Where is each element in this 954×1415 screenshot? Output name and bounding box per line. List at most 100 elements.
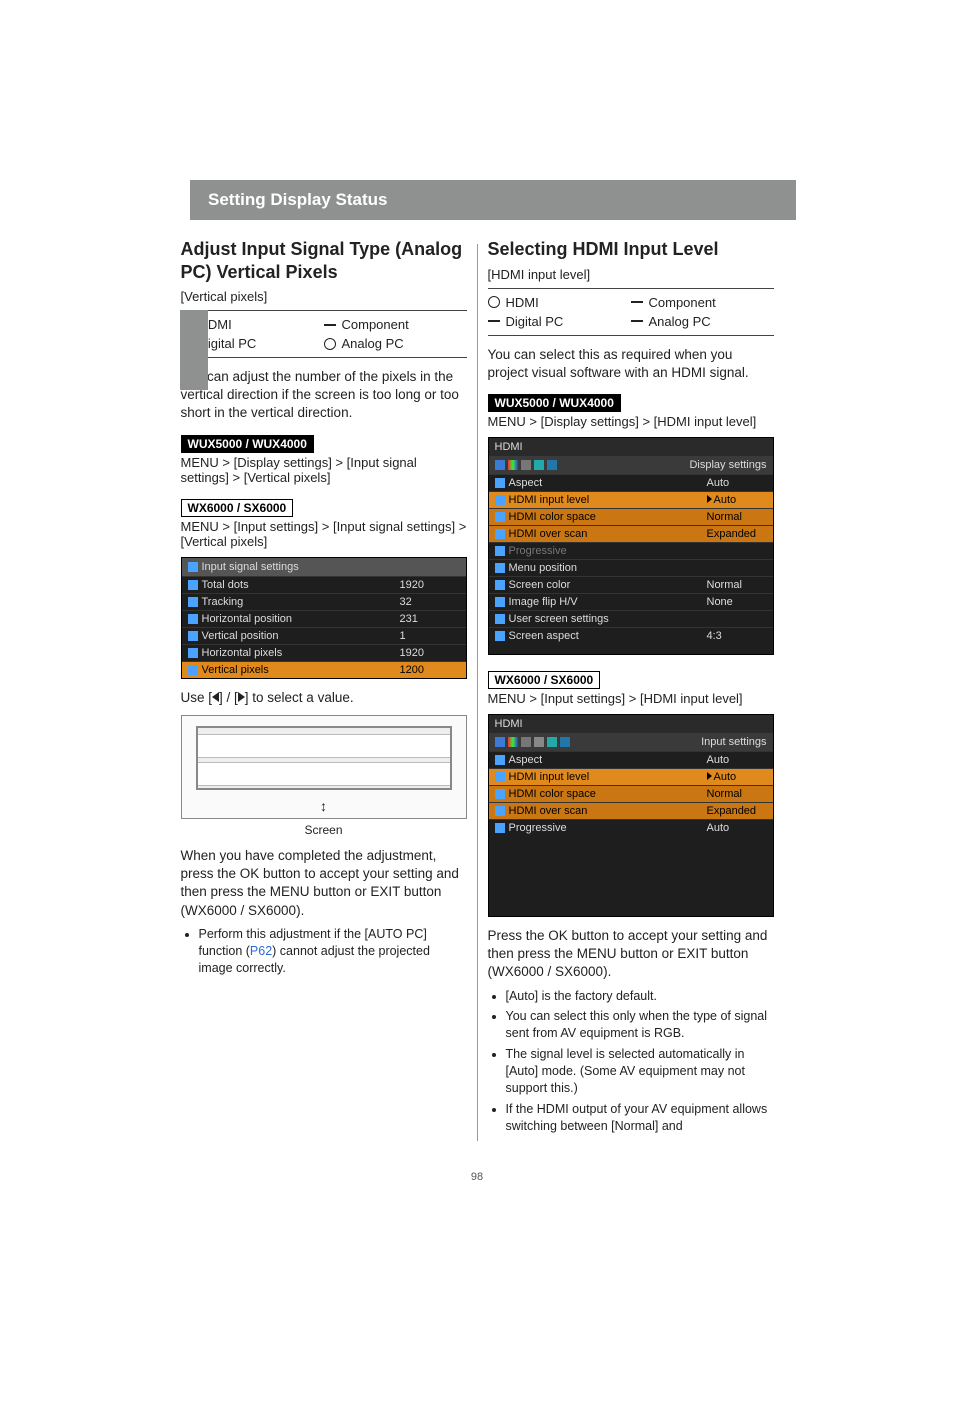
list-item: The signal level is selected automatical…: [506, 1046, 774, 1097]
row-key: Tracking: [202, 596, 244, 608]
row-value: 1920: [400, 579, 460, 591]
model-badge-wx: WX6000 / SX6000: [181, 499, 294, 517]
osd-rows: Total dots1920Tracking32Horizontal posit…: [182, 576, 466, 678]
row-key: Progressive: [509, 545, 567, 557]
row-value: Auto: [707, 822, 767, 834]
osd-title: Display settings: [689, 459, 766, 471]
list-item: You can select this only when the type o…: [506, 1008, 774, 1042]
row-icon: [495, 495, 505, 505]
row-key: HDMI color space: [509, 511, 596, 523]
compat-component: Component: [649, 295, 716, 310]
row-icon: [495, 597, 505, 607]
tab-icon: [508, 460, 518, 470]
row-icon: [495, 614, 505, 624]
row-icon: [495, 772, 505, 782]
row-value: 32: [400, 596, 460, 608]
osd-row: HDMI input levelAuto: [489, 768, 773, 785]
row-value: Auto: [707, 754, 767, 766]
row-icon: [495, 563, 505, 573]
row-icon: [188, 665, 198, 675]
row-icon: [495, 546, 505, 556]
osd-row: Vertical position 1: [182, 627, 466, 644]
tab-icon: [547, 737, 557, 747]
tab-icon: [534, 460, 544, 470]
left-column: Adjust Input Signal Type (Analog PC) Ver…: [171, 230, 477, 1141]
row-icon: [495, 580, 505, 590]
side-tab: [180, 310, 208, 390]
left-arrow-icon: [212, 692, 219, 702]
diagram-caption: Screen: [181, 823, 467, 837]
osd-row: Progressive Auto: [489, 819, 773, 836]
row-value: None: [707, 596, 767, 608]
left-bullets: Perform this adjustment if the [AUTO PC]…: [181, 926, 467, 977]
use-arrows: Use [] / [] to select a value.: [181, 689, 467, 707]
row-icon: [188, 614, 198, 624]
row-icon: [188, 631, 198, 641]
right-compat-table: HDMI Component Digital PC Analog PC: [488, 288, 774, 336]
row-icon: [188, 648, 198, 658]
tab-icon: [560, 737, 570, 747]
model-badge-wx: WX6000 / SX6000: [488, 671, 601, 689]
osd-title: Input settings: [701, 736, 766, 748]
osd-row: Menu position: [489, 559, 773, 576]
right-bullets: [Auto] is the factory default. You can s…: [488, 988, 774, 1135]
osd-title: Input signal settings: [202, 561, 299, 573]
tab-icon: [508, 737, 518, 747]
row-key: Vertical pixels: [202, 664, 269, 676]
left-heading: Adjust Input Signal Type (Analog PC) Ver…: [181, 238, 467, 283]
row-key: Horizontal pixels: [202, 647, 283, 659]
row-value: 1920: [400, 647, 460, 659]
row-value: 4:3: [707, 630, 767, 642]
left-subhead: [Vertical pixels]: [181, 289, 467, 304]
right-after: Press the OK button to accept your setti…: [488, 927, 774, 982]
row-value: [707, 613, 767, 625]
compat-hdmi: HDMI: [506, 295, 539, 310]
row-key: Image flip H/V: [509, 596, 578, 608]
row-value: Normal: [707, 579, 767, 591]
row-key: Screen color: [509, 579, 571, 591]
row-icon: [495, 478, 505, 488]
row-key: Vertical position: [202, 630, 279, 642]
row-value: Expanded: [707, 528, 767, 540]
section-header: Setting Display Status: [190, 180, 796, 220]
row-value: Normal: [707, 788, 767, 800]
osd-display-settings: HDMI Display settings AspectAutoHDMI inp…: [488, 437, 774, 655]
row-value: [707, 545, 767, 557]
osd-row: Progressive: [489, 542, 773, 559]
screen-diagram: ↕: [181, 715, 467, 819]
tab-icon: [521, 460, 531, 470]
model-badge-wux: WUX5000 / WUX4000: [488, 394, 621, 412]
osd-icon: [188, 562, 198, 572]
osd-row: Image flip H/V None: [489, 593, 773, 610]
row-key: HDMI input level: [509, 494, 590, 506]
row-value: Auto: [707, 494, 767, 506]
row-key: Progressive: [509, 822, 567, 834]
osd-row: HDMI color space Normal: [489, 508, 773, 525]
osd-row: Tracking 32: [182, 593, 466, 610]
page-number: 98: [0, 1171, 954, 1183]
osd-row: User screen settings: [489, 610, 773, 627]
page-link[interactable]: P62: [250, 944, 272, 958]
circle-icon: [324, 338, 336, 350]
osd-input-signal: Input signal settings Total dots1920Trac…: [181, 557, 467, 679]
row-icon: [495, 806, 505, 816]
right-arrow-icon: [238, 692, 245, 702]
osd-row: Screen color Normal: [489, 576, 773, 593]
right-subhead: [HDMI input level]: [488, 267, 774, 282]
osd-tab-label: HDMI: [495, 718, 523, 730]
row-icon: [495, 755, 505, 765]
row-value: 1: [400, 630, 460, 642]
dash-icon: [631, 301, 643, 303]
row-key: Menu position: [509, 562, 578, 574]
list-item: [Auto] is the factory default.: [506, 988, 774, 1005]
compat-analogpc: Analog PC: [342, 336, 404, 351]
osd-row: Horizontal pixels 1920: [182, 644, 466, 661]
tab-icon: [547, 460, 557, 470]
dash-icon: [324, 324, 336, 326]
row-icon: [188, 580, 198, 590]
osd-row: HDMI over scanExpanded: [489, 802, 773, 819]
tab-icon: [534, 737, 544, 747]
row-value: Normal: [707, 511, 767, 523]
tab-icon: [521, 737, 531, 747]
row-value: Auto: [707, 771, 767, 783]
